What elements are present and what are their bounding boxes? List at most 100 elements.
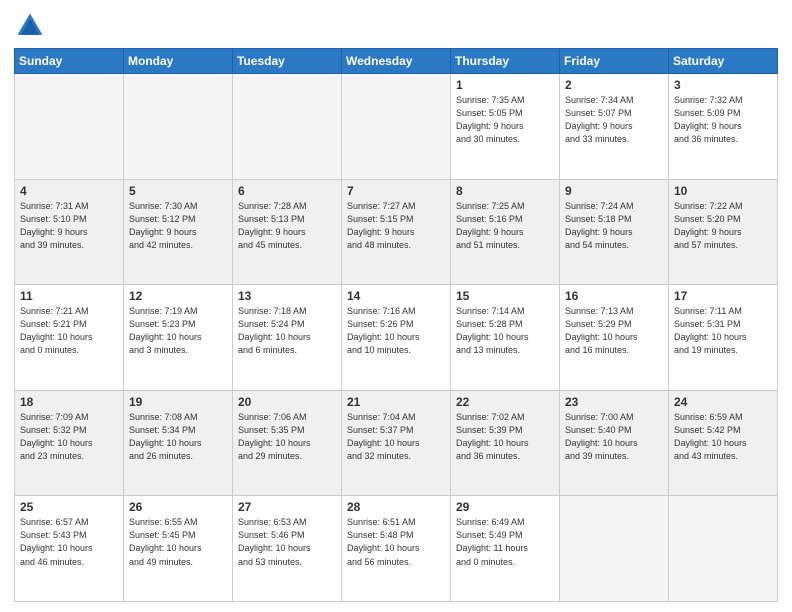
day-number: 16 (565, 289, 663, 303)
calendar-cell: 7Sunrise: 7:27 AM Sunset: 5:15 PM Daylig… (342, 179, 451, 285)
calendar-week-row: 4 Sunrise: 7:31 AM Sunset: 5:10 PM Daylig… (15, 179, 778, 285)
calendar-cell: 13Sunrise: 7:18 AM Sunset: 5:24 PM Dayli… (233, 285, 342, 391)
calendar-cell: 1 Sunrise: 7:35 AM Sunset: 5:05 PM Daylig… (451, 74, 560, 180)
day-header-wednesday: Wednesday (342, 49, 451, 74)
day-number: 8 (456, 184, 554, 198)
day-header-thursday: Thursday (451, 49, 560, 74)
calendar-cell (124, 74, 233, 180)
header (14, 10, 778, 42)
day-info: Sunrise: 6:53 AM Sunset: 5:46 PM Dayligh… (238, 516, 336, 568)
calendar-cell (15, 74, 124, 180)
day-info: Sunrise: 7:11 AM Sunset: 5:31 PM Dayligh… (674, 305, 772, 357)
calendar-cell: 3 Sunrise: 7:32 AM Sunset: 5:09 PM Daylig… (669, 74, 778, 180)
day-number: 29 (456, 500, 554, 514)
calendar-cell: 26 Sunrise: 6:55 AM Sunset: 5:45 PM Dayli… (124, 496, 233, 602)
day-info: Sunrise: 7:00 AM Sunset: 5:40 PM Dayligh… (565, 411, 663, 463)
day-number: 23 (565, 395, 663, 409)
day-info: Sunrise: 7:22 AM Sunset: 5:20 PM Dayligh… (674, 200, 772, 252)
day-info: Sunrise: 7:02 AM Sunset: 5:39 PM Dayligh… (456, 411, 554, 463)
day-number: 18 (20, 395, 118, 409)
day-info: Sunrise: 7:16 AM Sunset: 5:26 PM Dayligh… (347, 305, 445, 357)
day-info: Sunrise: 7:32 AM Sunset: 5:09 PM Dayligh… (674, 94, 772, 146)
calendar-cell: 16 Sunrise: 7:13 AM Sunset: 5:29 PM Dayli… (560, 285, 669, 391)
day-info: Sunrise: 7:21 AM Sunset: 5:21 PM Dayligh… (20, 305, 118, 357)
calendar-cell: 12 Sunrise: 7:19 AM Sunset: 5:23 PM Dayli… (124, 285, 233, 391)
day-header-saturday: Saturday (669, 49, 778, 74)
calendar-cell: 6 Sunrise: 7:28 AM Sunset: 5:13 PM Daylig… (233, 179, 342, 285)
day-number: 10 (674, 184, 772, 198)
day-number: 15 (456, 289, 554, 303)
day-info: Sunrise: 7:25 AM Sunset: 5:16 PM Dayligh… (456, 200, 554, 252)
calendar-cell: 14 Sunrise: 7:16 AM Sunset: 5:26 PM Dayli… (342, 285, 451, 391)
day-info: Sunrise: 7:34 AM Sunset: 5:07 PM Dayligh… (565, 94, 663, 146)
day-number: 9 (565, 184, 663, 198)
logo-icon (14, 10, 46, 42)
day-info: Sunrise: 6:59 AM Sunset: 5:42 PM Dayligh… (674, 411, 772, 463)
calendar-cell: 29 Sunrise: 6:49 AM Sunset: 5:49 PM Dayli… (451, 496, 560, 602)
day-number: 1 (456, 78, 554, 92)
calendar-cell (342, 74, 451, 180)
day-number: 12 (129, 289, 227, 303)
day-number: 3 (674, 78, 772, 92)
calendar-cell: 10 Sunrise: 7:22 AM Sunset: 5:20 PM Dayli… (669, 179, 778, 285)
day-number: 14 (347, 289, 445, 303)
calendar-cell: 21 Sunrise: 7:04 AM Sunset: 5:37 PM Dayli… (342, 390, 451, 496)
calendar-cell: 22 Sunrise: 7:02 AM Sunset: 5:39 PM Dayli… (451, 390, 560, 496)
day-info: Sunrise: 6:49 AM Sunset: 5:49 PM Dayligh… (456, 516, 554, 568)
day-number: 20 (238, 395, 336, 409)
calendar-cell: 19 Sunrise: 7:08 AM Sunset: 5:34 PM Dayli… (124, 390, 233, 496)
calendar-cell: 5 Sunrise: 7:30 AM Sunset: 5:12 PM Daylig… (124, 179, 233, 285)
day-info: Sunrise: 6:57 AM Sunset: 5:43 PM Dayligh… (20, 516, 118, 568)
day-number: 26 (129, 500, 227, 514)
calendar-week-row: 1 Sunrise: 7:35 AM Sunset: 5:05 PM Daylig… (15, 74, 778, 180)
day-info: Sunrise: 7:06 AM Sunset: 5:35 PM Dayligh… (238, 411, 336, 463)
day-number: 13 (238, 289, 336, 303)
calendar-cell: 27 Sunrise: 6:53 AM Sunset: 5:46 PM Dayli… (233, 496, 342, 602)
day-header-monday: Monday (124, 49, 233, 74)
calendar-cell: 11Sunrise: 7:21 AM Sunset: 5:21 PM Dayli… (15, 285, 124, 391)
calendar-week-row: 25 Sunrise: 6:57 AM Sunset: 5:43 PM Dayli… (15, 496, 778, 602)
day-info: Sunrise: 7:27 AM Sunset: 5:15 PM Dayligh… (347, 200, 445, 252)
calendar-cell: 15 Sunrise: 7:14 AM Sunset: 5:28 PM Dayli… (451, 285, 560, 391)
day-number: 6 (238, 184, 336, 198)
calendar-cell: 25 Sunrise: 6:57 AM Sunset: 5:43 PM Dayli… (15, 496, 124, 602)
day-info: Sunrise: 7:24 AM Sunset: 5:18 PM Dayligh… (565, 200, 663, 252)
calendar-cell: 2Sunrise: 7:34 AM Sunset: 5:07 PM Daylig… (560, 74, 669, 180)
day-info: Sunrise: 7:28 AM Sunset: 5:13 PM Dayligh… (238, 200, 336, 252)
calendar-header-row: SundayMondayTuesdayWednesdayThursdayFrid… (15, 49, 778, 74)
day-number: 19 (129, 395, 227, 409)
day-number: 21 (347, 395, 445, 409)
day-info: Sunrise: 7:30 AM Sunset: 5:12 PM Dayligh… (129, 200, 227, 252)
calendar-cell: 23 Sunrise: 7:00 AM Sunset: 5:40 PM Dayli… (560, 390, 669, 496)
day-number: 27 (238, 500, 336, 514)
day-number: 4 (20, 184, 118, 198)
calendar-cell (669, 496, 778, 602)
day-header-friday: Friday (560, 49, 669, 74)
day-info: Sunrise: 7:31 AM Sunset: 5:10 PM Dayligh… (20, 200, 118, 252)
logo (14, 10, 50, 42)
calendar-week-row: 11Sunrise: 7:21 AM Sunset: 5:21 PM Dayli… (15, 285, 778, 391)
calendar-table: SundayMondayTuesdayWednesdayThursdayFrid… (14, 48, 778, 602)
day-info: Sunrise: 7:35 AM Sunset: 5:05 PM Dayligh… (456, 94, 554, 146)
calendar-cell: 9 Sunrise: 7:24 AM Sunset: 5:18 PM Daylig… (560, 179, 669, 285)
calendar-cell (560, 496, 669, 602)
day-info: Sunrise: 6:51 AM Sunset: 5:48 PM Dayligh… (347, 516, 445, 568)
day-number: 22 (456, 395, 554, 409)
day-number: 28 (347, 500, 445, 514)
day-info: Sunrise: 7:08 AM Sunset: 5:34 PM Dayligh… (129, 411, 227, 463)
calendar-cell: 24Sunrise: 6:59 AM Sunset: 5:42 PM Dayli… (669, 390, 778, 496)
day-info: Sunrise: 7:04 AM Sunset: 5:37 PM Dayligh… (347, 411, 445, 463)
day-header-tuesday: Tuesday (233, 49, 342, 74)
day-info: Sunrise: 6:55 AM Sunset: 5:45 PM Dayligh… (129, 516, 227, 568)
day-number: 5 (129, 184, 227, 198)
day-number: 25 (20, 500, 118, 514)
calendar-cell: 4 Sunrise: 7:31 AM Sunset: 5:10 PM Daylig… (15, 179, 124, 285)
day-info: Sunrise: 7:19 AM Sunset: 5:23 PM Dayligh… (129, 305, 227, 357)
calendar-cell: 18Sunrise: 7:09 AM Sunset: 5:32 PM Dayli… (15, 390, 124, 496)
calendar-cell (233, 74, 342, 180)
calendar-week-row: 18Sunrise: 7:09 AM Sunset: 5:32 PM Dayli… (15, 390, 778, 496)
page: SundayMondayTuesdayWednesdayThursdayFrid… (0, 0, 792, 612)
day-info: Sunrise: 7:14 AM Sunset: 5:28 PM Dayligh… (456, 305, 554, 357)
day-info: Sunrise: 7:13 AM Sunset: 5:29 PM Dayligh… (565, 305, 663, 357)
day-number: 17 (674, 289, 772, 303)
